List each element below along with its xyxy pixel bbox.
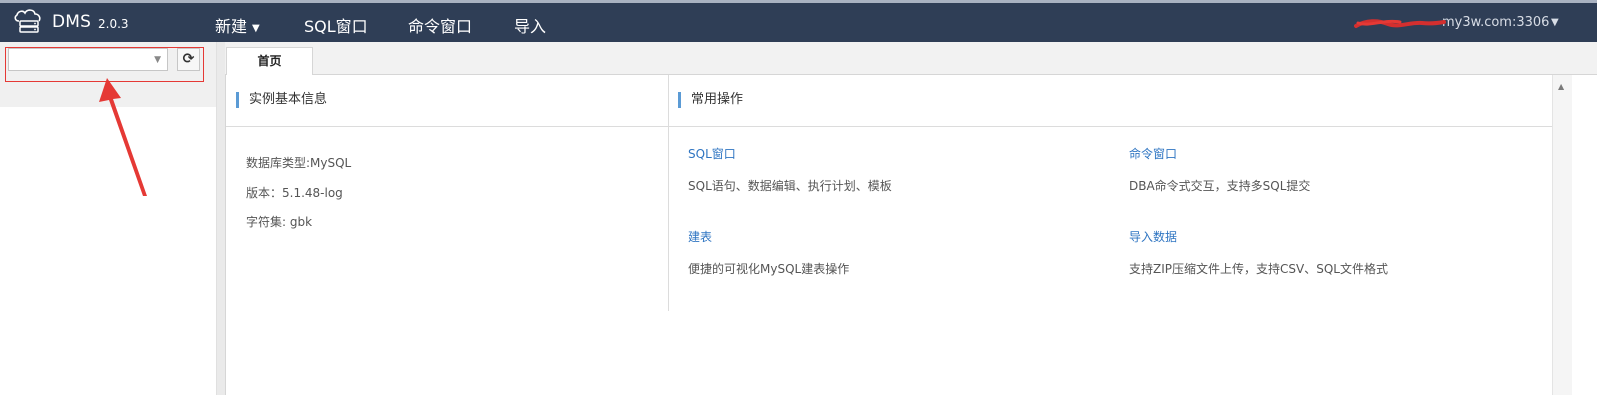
scroll-up-icon[interactable]: ▲ [1558,82,1564,91]
column-divider [668,75,669,311]
chevron-down-icon: ▼ [252,23,260,34]
op-sql-window-link[interactable]: SQL窗口 [688,145,736,162]
version-info: 版本：5.1.48-log [246,186,343,200]
op-command-window-link[interactable]: 命令窗口 [1129,145,1177,162]
home-panel: 实例基本信息 常用操作 数据库类型:MySQL 版本：5.1.48-log 字符… [225,75,1597,395]
chevron-down-icon: ▼ [154,55,161,65]
op-create-table-desc: 便捷的可视化MySQL建表操作 [688,262,850,276]
charset-info: 字符集: gbk [246,215,313,229]
op-import-data-link[interactable]: 导入数据 [1129,228,1177,245]
nav-sql-window[interactable]: SQL窗口 [304,13,368,37]
common-ops-title: 常用操作 [678,92,743,108]
op-create-table-link[interactable]: 建表 [688,228,712,245]
connection-selector[interactable]: my3w.com:3306 [1354,15,1549,30]
database-select[interactable]: ▼ [8,48,168,71]
annotation-arrow [99,78,147,196]
top-navbar: DMS 2.0.3 新建 ▼ SQL窗口 命令窗口 导入 my3w.com:330… [0,0,1597,42]
cloud-server-icon [14,9,41,33]
op-command-window-desc: DBA命令式交互，支持多SQL提交 [1129,179,1311,193]
redaction-scribble [1354,19,1446,28]
db-type-info: 数据库类型:MySQL [246,156,352,170]
nav-new-menu[interactable]: 新建 ▼ [215,13,260,37]
section-divider [226,126,1552,127]
vertical-scrollbar[interactable]: ▲ [1552,75,1572,395]
chevron-down-icon[interactable]: ▼ [1551,17,1559,28]
tab-home[interactable]: 首页 [226,47,313,75]
refresh-button[interactable]: ⟳ [177,48,200,71]
op-import-data-desc: 支持ZIP压缩文件上传，支持CSV、SQL文件格式 [1129,262,1388,276]
refresh-icon: ⟳ [182,51,195,67]
nav-command-window[interactable]: 命令窗口 [408,13,472,37]
sidebar-splitter[interactable] [216,42,225,395]
app-version: 2.0.3 [98,17,129,31]
nav-new-label: 新建 [215,17,248,36]
instance-info-title: 实例基本信息 [236,92,327,108]
top-edge-line [0,0,1597,3]
op-sql-window-desc: SQL语句、数据编辑、执行计划、模板 [688,179,892,193]
nav-import[interactable]: 导入 [514,13,546,37]
tab-bar: 首页 [225,42,1597,75]
app-name: DMS [52,12,92,32]
